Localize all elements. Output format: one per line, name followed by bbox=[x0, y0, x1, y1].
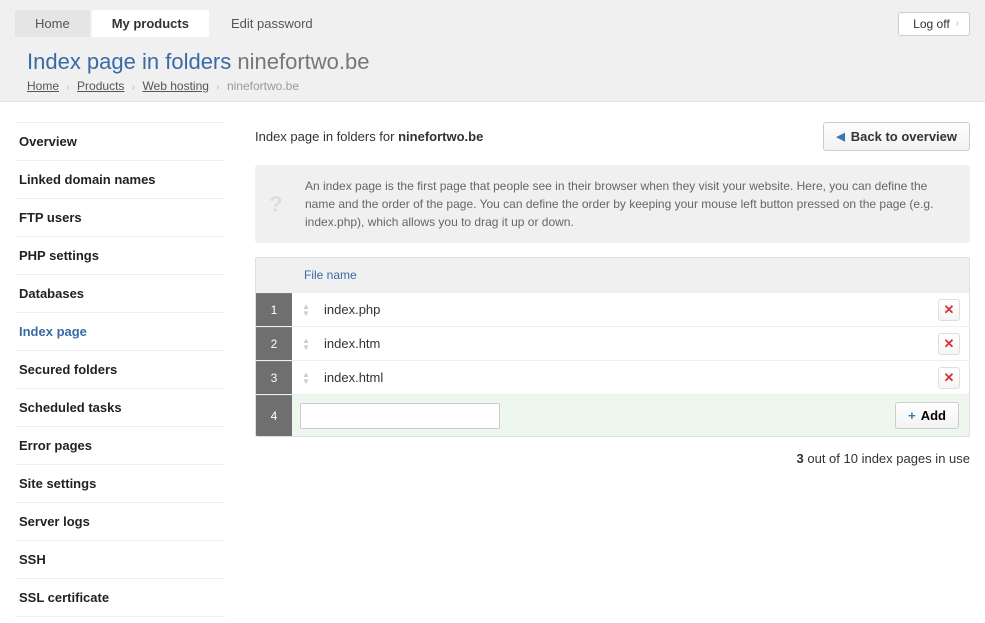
logoff-button[interactable]: Log off › bbox=[898, 12, 970, 36]
chevron-right-icon: › bbox=[216, 82, 219, 93]
usage-text: out of 10 index pages in use bbox=[804, 451, 970, 466]
help-icon: ? bbox=[269, 188, 282, 221]
drag-handle-icon[interactable]: ▲▼ bbox=[292, 371, 320, 385]
sidebar-item-site-settings[interactable]: Site settings bbox=[15, 465, 225, 503]
sidebar-item-php-settings[interactable]: PHP settings bbox=[15, 237, 225, 275]
index-table: File name 1▲▼index.php✕2▲▼index.htm✕3▲▼i… bbox=[255, 257, 970, 437]
chevron-right-icon: › bbox=[66, 82, 69, 93]
plus-icon: + bbox=[908, 408, 916, 423]
sidebar-item-linked-domain-names[interactable]: Linked domain names bbox=[15, 161, 225, 199]
back-to-overview-button[interactable]: ◀ Back to overview bbox=[823, 122, 970, 151]
add-label: Add bbox=[921, 408, 946, 423]
breadcrumb: Home › Products › Web hosting › ninefort… bbox=[15, 79, 970, 93]
add-button[interactable]: + Add bbox=[895, 402, 959, 429]
sidebar: OverviewLinked domain namesFTP usersPHP … bbox=[15, 122, 225, 617]
arrow-right-icon: › bbox=[956, 18, 959, 29]
col-file-name: File name bbox=[292, 258, 357, 292]
breadcrumb-home[interactable]: Home bbox=[27, 79, 59, 93]
sidebar-item-secured-folders[interactable]: Secured folders bbox=[15, 351, 225, 389]
triangle-left-icon: ◀ bbox=[836, 130, 844, 143]
tab-edit-password[interactable]: Edit password bbox=[211, 10, 333, 37]
content-title: Index page in folders for ninefortwo.be bbox=[255, 129, 483, 144]
back-label: Back to overview bbox=[851, 129, 957, 144]
drag-handle-icon[interactable]: ▲▼ bbox=[292, 337, 320, 351]
usage-footer: 3 out of 10 index pages in use bbox=[255, 451, 970, 466]
sidebar-item-ssh[interactable]: SSH bbox=[15, 541, 225, 579]
table-row: 3▲▼index.html ✕ bbox=[256, 360, 969, 394]
delete-button[interactable]: ✕ bbox=[938, 367, 960, 389]
close-icon: ✕ bbox=[944, 371, 955, 384]
info-text: An index page is the first page that peo… bbox=[305, 179, 933, 229]
sidebar-item-scheduled-tasks[interactable]: Scheduled tasks bbox=[15, 389, 225, 427]
add-row: 4 + Add bbox=[256, 394, 969, 436]
new-filename-input[interactable] bbox=[300, 403, 500, 429]
sidebar-item-error-pages[interactable]: Error pages bbox=[15, 427, 225, 465]
table-row: 2▲▼index.htm ✕ bbox=[256, 326, 969, 360]
table-row: 1▲▼index.php ✕ bbox=[256, 292, 969, 326]
breadcrumb-products[interactable]: Products bbox=[77, 79, 124, 93]
sidebar-item-ftp-users[interactable]: FTP users bbox=[15, 199, 225, 237]
sidebar-item-overview[interactable]: Overview bbox=[15, 122, 225, 161]
page-title-main: Index page in folders bbox=[27, 49, 231, 74]
breadcrumb-current: ninefortwo.be bbox=[227, 79, 299, 93]
breadcrumb-web-hosting[interactable]: Web hosting bbox=[142, 79, 209, 93]
close-icon: ✕ bbox=[944, 303, 955, 316]
sidebar-item-server-logs[interactable]: Server logs bbox=[15, 503, 225, 541]
header-area: Home My products Edit password Log off ›… bbox=[0, 0, 985, 102]
file-name: index.htm bbox=[320, 336, 929, 351]
content-title-domain: ninefortwo.be bbox=[398, 129, 483, 144]
row-number: 2 bbox=[256, 327, 292, 360]
file-name: index.php bbox=[320, 302, 929, 317]
chevron-right-icon: › bbox=[132, 82, 135, 93]
usage-count: 3 bbox=[797, 451, 804, 466]
delete-button[interactable]: ✕ bbox=[938, 333, 960, 355]
delete-button[interactable]: ✕ bbox=[938, 299, 960, 321]
row-number: 3 bbox=[256, 361, 292, 394]
info-box: ? An index page is the first page that p… bbox=[255, 165, 970, 243]
content: Index page in folders for ninefortwo.be … bbox=[255, 122, 970, 617]
content-title-prefix: Index page in folders for bbox=[255, 129, 398, 144]
sidebar-item-databases[interactable]: Databases bbox=[15, 275, 225, 313]
sidebar-item-index-page[interactable]: Index page bbox=[15, 313, 225, 351]
tab-my-products[interactable]: My products bbox=[92, 10, 209, 37]
row-number: 4 bbox=[256, 395, 292, 436]
page-title-domain: ninefortwo.be bbox=[237, 49, 369, 74]
page-title: Index page in folders ninefortwo.be bbox=[27, 49, 970, 75]
logoff-label: Log off bbox=[913, 17, 949, 31]
tab-home[interactable]: Home bbox=[15, 10, 90, 37]
row-number: 1 bbox=[256, 293, 292, 326]
tabs-row: Home My products Edit password Log off › bbox=[15, 10, 970, 37]
table-header: File name bbox=[256, 258, 969, 292]
sidebar-item-ssl-certificate[interactable]: SSL certificate bbox=[15, 579, 225, 617]
drag-handle-icon[interactable]: ▲▼ bbox=[292, 303, 320, 317]
file-name: index.html bbox=[320, 370, 929, 385]
close-icon: ✕ bbox=[944, 337, 955, 350]
